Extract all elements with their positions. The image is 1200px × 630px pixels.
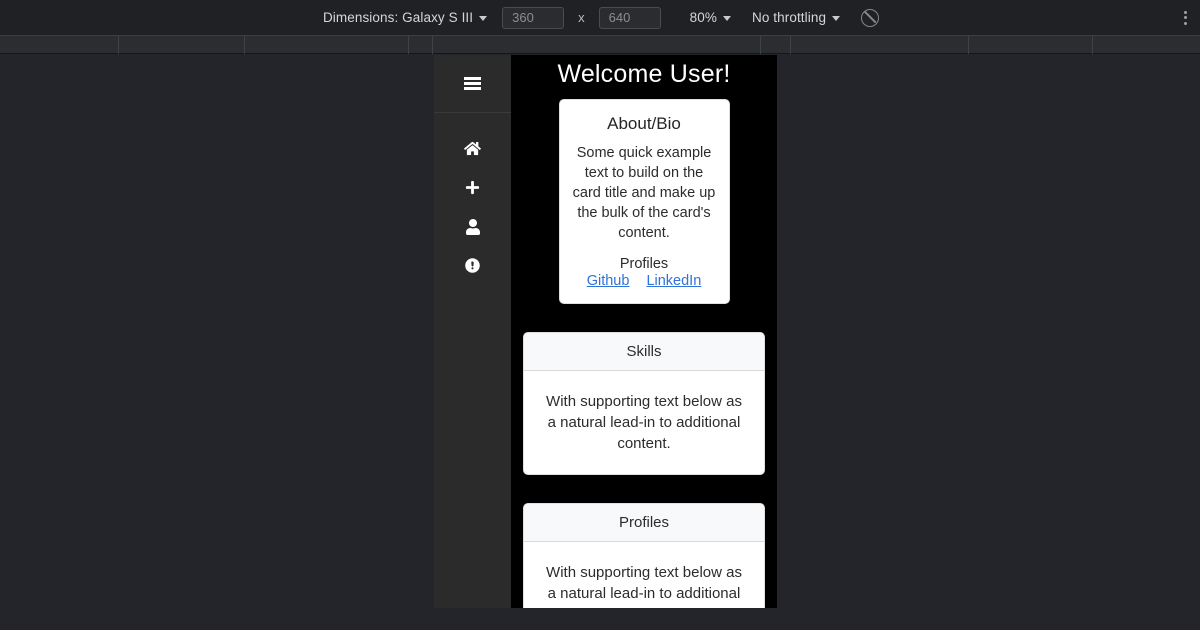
ruler-tick	[760, 36, 761, 54]
dot	[1184, 21, 1187, 25]
viewport-height-input[interactable]	[598, 6, 661, 29]
dot	[1184, 16, 1187, 19]
device-viewport: Welcome User! About/Bio Some quick examp…	[434, 55, 777, 608]
emulation-canvas: Welcome User! About/Bio Some quick examp…	[0, 55, 1200, 630]
card-body: About/Bio Some quick example text to bui…	[560, 100, 729, 303]
card-profiles: Profiles With supporting text below as a…	[523, 503, 765, 608]
device-dimensions-dropdown[interactable]: Dimensions: Galaxy S III	[321, 8, 489, 27]
ruler-tick	[790, 36, 791, 54]
sidebar-item-add[interactable]	[434, 178, 511, 197]
viewport-ruler[interactable]	[0, 36, 1200, 54]
chevron-down-icon	[722, 16, 731, 21]
bar	[464, 87, 481, 90]
circle-slash-icon[interactable]	[861, 8, 880, 27]
card-header: Profiles	[524, 504, 764, 543]
card-body: With supporting text below as a natural …	[524, 542, 764, 608]
ruler-tick	[432, 36, 433, 54]
bar	[464, 82, 481, 85]
plus-icon	[465, 180, 480, 195]
viewport-width-input[interactable]	[502, 6, 565, 29]
card-text: With supporting text below as a natural …	[546, 393, 742, 453]
sidebar	[434, 55, 511, 608]
dimension-separator: x	[578, 10, 585, 25]
link-github[interactable]: Github	[587, 273, 630, 289]
more-vertical-icon[interactable]	[1181, 8, 1190, 28]
chevron-down-icon	[479, 16, 488, 21]
chevron-down-icon	[832, 16, 841, 21]
throttling-dropdown[interactable]: No throttling	[750, 8, 842, 27]
ruler-tick	[244, 36, 245, 54]
card-body: With supporting text below as a natural …	[524, 371, 764, 474]
card-text: With supporting text below as a natural …	[546, 564, 742, 608]
home-icon	[464, 141, 481, 156]
exclamation-circle-icon	[465, 258, 480, 273]
card-skills: Skills With supporting text below as a n…	[523, 332, 765, 476]
device-dimensions-label: Dimensions: Galaxy S III	[322, 10, 474, 25]
sidebar-toggle-button[interactable]	[434, 55, 511, 113]
sidebar-item-home[interactable]	[434, 139, 511, 158]
zoom-level-label: 80%	[689, 10, 717, 25]
zoom-dropdown[interactable]: 80%	[688, 8, 733, 27]
dot	[1184, 10, 1187, 14]
card-about-bio: About/Bio Some quick example text to bui…	[558, 99, 730, 305]
devtools-emulation-window: Dimensions: Galaxy S III x 80% No thrott…	[0, 0, 1200, 630]
sidebar-item-info[interactable]	[434, 256, 511, 275]
device-toolbar-controls: Dimensions: Galaxy S III x 80% No thrott…	[321, 6, 880, 29]
card-header: Skills	[524, 333, 764, 372]
link-linkedin[interactable]: LinkedIn	[646, 273, 701, 289]
hamburger-icon	[464, 75, 481, 92]
throttling-label: No throttling	[751, 10, 827, 25]
bar	[464, 77, 481, 80]
ruler-tick	[118, 36, 119, 54]
profile-links: Github LinkedIn	[573, 273, 716, 289]
ruler-tick	[968, 36, 969, 54]
sidebar-items	[434, 113, 511, 275]
card-text: Some quick example text to build on the …	[572, 145, 716, 242]
ruler-tick	[1092, 36, 1093, 54]
profiles-label: Profiles	[619, 256, 669, 273]
page-title: Welcome User!	[557, 60, 731, 88]
user-icon	[465, 218, 480, 235]
card-title: About/Bio	[607, 114, 681, 133]
sidebar-item-profile[interactable]	[434, 217, 511, 236]
ruler-tick	[408, 36, 409, 54]
device-toolbar: Dimensions: Galaxy S III x 80% No thrott…	[0, 0, 1200, 36]
page-content: Welcome User! About/Bio Some quick examp…	[511, 55, 777, 608]
